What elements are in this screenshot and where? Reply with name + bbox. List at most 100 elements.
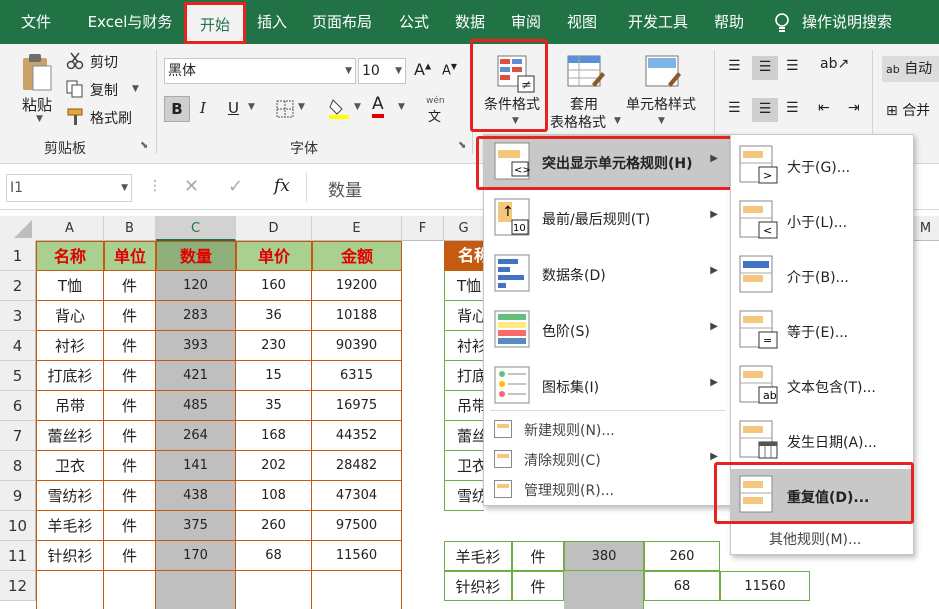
- right-table-cell[interactable]: 卫衣: [444, 451, 484, 481]
- table-cell[interactable]: 438: [156, 481, 236, 511]
- table-cell[interactable]: 背心: [36, 301, 104, 331]
- chevron-down-icon[interactable]: ▼: [248, 102, 255, 112]
- tab-file[interactable]: 文件: [12, 0, 60, 44]
- table-cell[interactable]: 衬衫: [36, 331, 104, 361]
- submenu-item-between[interactable]: 介于(B)...: [731, 249, 913, 301]
- table-cell[interactable]: 件: [104, 421, 156, 451]
- menu-item-data-bars[interactable]: 数据条(D) ▶: [484, 247, 730, 301]
- right-table-cell[interactable]: 雪纺衫: [444, 481, 484, 511]
- menu-item-color-scales[interactable]: 色阶(S) ▶: [484, 303, 730, 357]
- row-header-9[interactable]: 9: [0, 481, 36, 511]
- chevron-down-icon[interactable]: ▼: [36, 114, 43, 124]
- table-cell[interactable]: 件: [104, 301, 156, 331]
- right-table-cell[interactable]: 件: [512, 541, 564, 571]
- align-center-icon[interactable]: ☰: [752, 98, 778, 122]
- empty-cell[interactable]: [444, 571, 512, 601]
- column-header-M[interactable]: M: [912, 216, 939, 241]
- more-rules-item[interactable]: 其他规则(M)...: [769, 529, 861, 549]
- empty-cell[interactable]: [36, 571, 104, 609]
- tab-data[interactable]: 数据: [446, 0, 494, 44]
- font-color-icon[interactable]: A: [372, 94, 384, 118]
- table-cell[interactable]: 375: [156, 511, 236, 541]
- right-header-cell[interactable]: 名称: [444, 241, 484, 271]
- table-cell[interactable]: 件: [104, 481, 156, 511]
- table-cell[interactable]: 件: [104, 271, 156, 301]
- dialog-launcher-icon[interactable]: ⬊: [458, 140, 466, 151]
- chevron-down-icon[interactable]: ▼: [354, 102, 361, 112]
- font-name-combo[interactable]: 黑体 ▼: [164, 58, 356, 84]
- table-cell[interactable]: 15: [236, 361, 312, 391]
- font-size-combo[interactable]: 10 ▼: [358, 58, 406, 84]
- table-cell[interactable]: 19200: [312, 271, 402, 301]
- decrease-font-icon[interactable]: A▼: [442, 62, 457, 78]
- column-header-F[interactable]: F: [402, 216, 444, 241]
- tab-help[interactable]: 帮助: [706, 0, 752, 44]
- table-cell[interactable]: 35: [236, 391, 312, 421]
- tab-home[interactable]: 开始: [184, 2, 246, 44]
- table-cell[interactable]: 260: [236, 511, 312, 541]
- row-header-8[interactable]: 8: [0, 451, 36, 481]
- increase-font-icon[interactable]: A▲: [414, 60, 431, 79]
- submenu-item-equal-to[interactable]: = 等于(E)...: [731, 304, 913, 356]
- format-as-table-label1[interactable]: 套用: [570, 94, 598, 114]
- row-header-3[interactable]: 3: [0, 301, 36, 331]
- right-table-cell[interactable]: 打底衫: [444, 361, 484, 391]
- paste-icon[interactable]: [20, 52, 54, 94]
- empty-cell[interactable]: [104, 571, 156, 609]
- menu-item-icon-sets[interactable]: 图标集(I) ▶: [484, 359, 730, 413]
- format-painter-button[interactable]: 格式刷: [90, 108, 132, 128]
- column-header-D[interactable]: D: [236, 216, 312, 241]
- row-header-6[interactable]: 6: [0, 391, 36, 421]
- right-table-cell[interactable]: 蕾丝衫: [444, 421, 484, 451]
- submenu-item-less-than[interactable]: < 小于(L)...: [731, 194, 913, 246]
- table-cell[interactable]: 170: [156, 541, 236, 571]
- table-cell[interactable]: 雪纺衫: [36, 481, 104, 511]
- submenu-item-greater-than[interactable]: > 大于(G)...: [731, 139, 913, 191]
- format-as-table-button[interactable]: 表格格式: [550, 112, 606, 132]
- row-header-10[interactable]: 10: [0, 511, 36, 541]
- table-cell[interactable]: 针织衫: [36, 541, 104, 571]
- table-cell[interactable]: 件: [104, 451, 156, 481]
- chevron-down-icon[interactable]: ▼: [398, 102, 405, 112]
- align-bottom-icon[interactable]: ☰: [786, 58, 799, 74]
- tab-excel-finance[interactable]: Excel与财务: [78, 0, 182, 44]
- table-cell[interactable]: 件: [104, 391, 156, 421]
- underline-button[interactable]: U: [228, 99, 239, 117]
- column-header-C[interactable]: C: [156, 216, 236, 241]
- right-table-cell[interactable]: 260: [644, 541, 720, 571]
- empty-cell[interactable]: [236, 571, 312, 609]
- row-header-11[interactable]: 11: [0, 541, 36, 571]
- fill-color-icon[interactable]: [328, 96, 350, 120]
- bold-button[interactable]: B: [164, 96, 190, 122]
- table-cell[interactable]: 485: [156, 391, 236, 421]
- table-cell[interactable]: 68: [236, 541, 312, 571]
- submenu-item-text-contains[interactable]: ab 文本包含(T)...: [731, 359, 913, 411]
- name-box[interactable]: I1 ▼: [6, 174, 132, 202]
- wrap-text-button[interactable]: ab 自动: [882, 56, 939, 82]
- copy-dropdown-icon[interactable]: ▼: [132, 84, 139, 94]
- table-cell[interactable]: 6315: [312, 361, 402, 391]
- row-header-4[interactable]: 4: [0, 331, 36, 361]
- dialog-launcher-icon[interactable]: ⬊: [140, 140, 148, 151]
- table-cell[interactable]: 11560: [312, 541, 402, 571]
- right-table-cell[interactable]: T恤: [444, 271, 484, 301]
- table-cell[interactable]: 16975: [312, 391, 402, 421]
- chevron-down-icon[interactable]: ▼: [658, 116, 665, 126]
- row-header-7[interactable]: 7: [0, 421, 36, 451]
- decrease-indent-icon[interactable]: ⇤: [818, 100, 830, 116]
- submenu-item-date-occurring[interactable]: 发生日期(A)...: [731, 414, 913, 466]
- table-cell[interactable]: 393: [156, 331, 236, 361]
- empty-cell[interactable]: [156, 571, 236, 609]
- column-header-B[interactable]: B: [104, 216, 156, 241]
- enter-icon[interactable]: ✓: [228, 176, 243, 197]
- right-table-cell[interactable]: 衬衫: [444, 331, 484, 361]
- header-cell[interactable]: 单位: [104, 241, 156, 271]
- cell-styles-button[interactable]: 单元格样式: [626, 94, 696, 114]
- table-cell[interactable]: 283: [156, 301, 236, 331]
- menu-item-new-rule[interactable]: 新建规则(N)...: [484, 415, 730, 443]
- tab-formulas[interactable]: 公式: [390, 0, 438, 44]
- row-header-1[interactable]: 1: [0, 241, 36, 271]
- chevron-down-icon[interactable]: ▼: [614, 116, 621, 126]
- table-cell[interactable]: T恤: [36, 271, 104, 301]
- insert-function-button[interactable]: fx: [274, 176, 290, 196]
